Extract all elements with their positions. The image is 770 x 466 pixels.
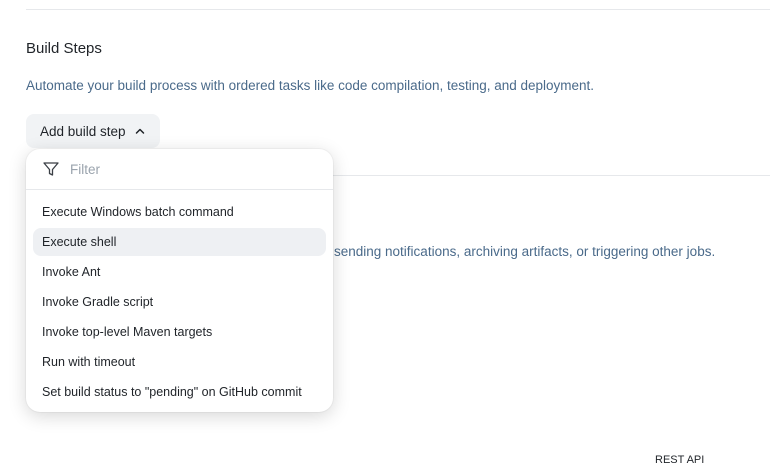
menu-item-invoke-maven-targets[interactable]: Invoke top-level Maven targets bbox=[33, 318, 326, 346]
build-steps-title: Build Steps bbox=[26, 40, 102, 57]
add-build-step-button[interactable]: Add build step bbox=[26, 114, 160, 148]
menu-item-execute-windows-batch-command[interactable]: Execute Windows batch command bbox=[33, 198, 326, 226]
menu-item-run-with-timeout[interactable]: Run with timeout bbox=[33, 348, 326, 376]
menu-item-invoke-gradle-script[interactable]: Invoke Gradle script bbox=[33, 288, 326, 316]
section-divider-post-build bbox=[333, 175, 770, 176]
build-step-list: Execute Windows batch command Execute sh… bbox=[26, 190, 333, 406]
filter-row bbox=[26, 149, 333, 190]
menu-item-set-github-pending-status[interactable]: Set build status to "pending" on GitHub … bbox=[33, 378, 326, 406]
menu-item-execute-shell[interactable]: Execute shell bbox=[33, 228, 326, 256]
build-step-dropdown: Execute Windows batch command Execute sh… bbox=[26, 149, 333, 412]
build-steps-description: Automate your build process with ordered… bbox=[26, 78, 595, 93]
footer-link-rest-api[interactable]: REST API bbox=[655, 454, 704, 466]
post-build-description: sending notifications, archiving artifac… bbox=[334, 244, 716, 259]
filter-icon bbox=[43, 162, 59, 176]
section-divider-top bbox=[26, 9, 770, 10]
chevron-up-icon bbox=[135, 128, 144, 134]
menu-item-invoke-ant[interactable]: Invoke Ant bbox=[33, 258, 326, 286]
add-build-step-label: Add build step bbox=[40, 123, 126, 139]
filter-input[interactable] bbox=[68, 160, 302, 178]
